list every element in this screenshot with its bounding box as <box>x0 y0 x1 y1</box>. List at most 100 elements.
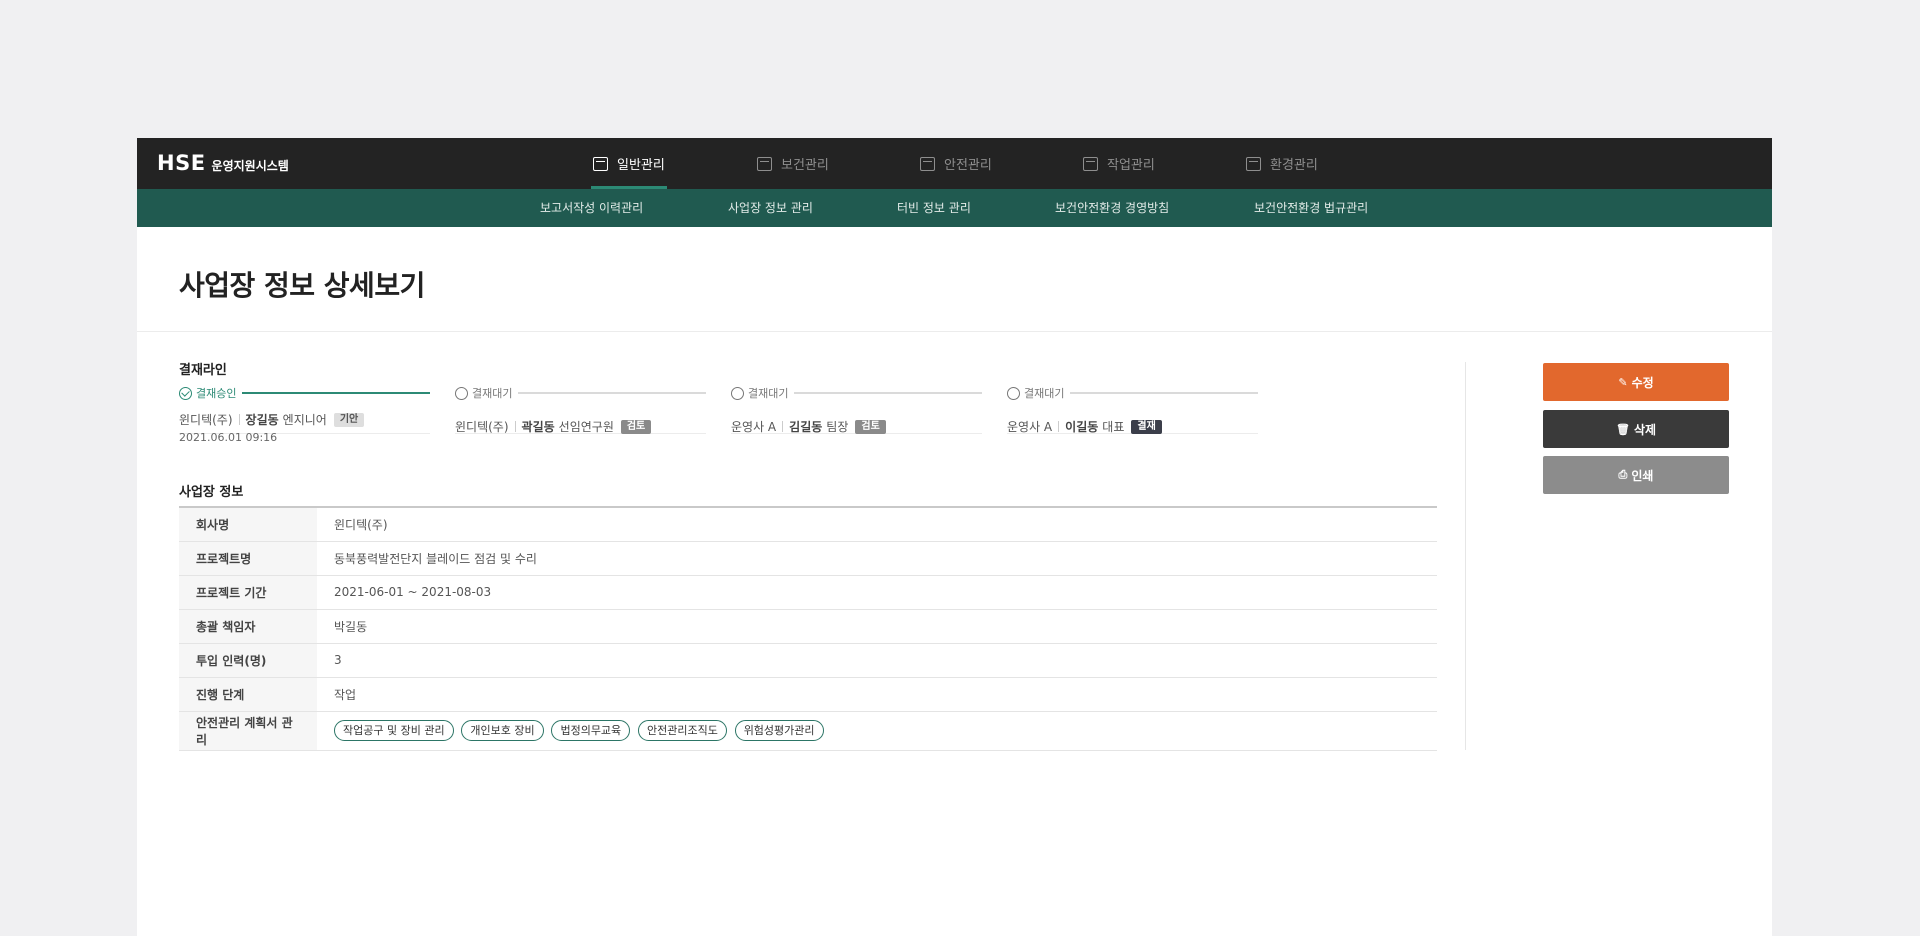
printer-icon: ⎙ <box>1618 468 1628 481</box>
site-info-table: 회사명 윈디텍(주) 프로젝트명 동북풍력발전단지 블레이드 점검 및 수리 프… <box>179 506 1437 751</box>
approval-step: 결재대기 윈디텍(주) 곽길동 선임연구원 검토 <box>455 386 706 434</box>
row-value: 2021-06-01 ~ 2021-08-03 <box>317 575 1437 610</box>
menu-label: 일반관리 <box>617 158 665 173</box>
plan-chip-mandatory-education[interactable]: 법정의무교육 <box>551 720 631 741</box>
row-label: 회사명 <box>179 507 317 542</box>
vertical-divider <box>1465 362 1466 750</box>
approval-role-badge: 기안 <box>333 412 365 427</box>
approval-step: 결재대기 운영사 A 이길동 대표 결재 <box>1007 386 1258 434</box>
sub-navigation-bar: 보고서작성 이력관리 사업장 정보 관리 터빈 정보 관리 보건안전환경 경영방… <box>137 189 1772 227</box>
plan-chip-safety-organization[interactable]: 안전관리조직도 <box>638 720 727 741</box>
table-row: 안전관리 계획서 관리 작업공구 및 장비 관리 개인보호 장비 법정의무교육 … <box>179 711 1437 751</box>
approver-position: 팀장 <box>826 420 849 434</box>
print-button-label: 인쇄 <box>1631 468 1654 483</box>
progress-line <box>518 392 706 394</box>
approver-name: 장길동 <box>245 413 279 427</box>
top-navigation-bar: HSE 운영지원시스템 일반관리 보건관리 안전관리 작업관리 환경관리 <box>137 138 1772 189</box>
submenu-management-policy[interactable]: 보건안전환경 경영방침 <box>1055 189 1169 227</box>
approver-name: 김길동 <box>789 420 823 434</box>
menu-box-icon <box>757 156 772 171</box>
approval-date: 2021.06.01 09:16 <box>179 431 278 444</box>
approval-status: 결재대기 <box>472 387 513 400</box>
site-info-title: 사업장 정보 <box>179 485 244 500</box>
approver-position: 선임연구원 <box>558 420 614 434</box>
approver-position: 엔지니어 <box>282 413 327 427</box>
row-label: 투입 인력(명) <box>179 643 317 678</box>
menu-label: 작업관리 <box>1107 158 1155 173</box>
brand-logo[interactable]: HSE 운영지원시스템 <box>157 151 289 175</box>
approval-status: 결재대기 <box>1024 387 1065 400</box>
menu-box-icon <box>1246 156 1261 171</box>
pencil-icon: ✎ <box>1618 375 1628 389</box>
row-value: 3 <box>317 643 1437 678</box>
print-button[interactable]: ⎙ 인쇄 <box>1543 456 1729 494</box>
table-row: 진행 단계 작업 <box>179 677 1437 712</box>
progress-line <box>1070 392 1258 394</box>
separator <box>782 421 784 432</box>
menu-box-icon <box>920 156 935 171</box>
plan-chip-risk-assessment[interactable]: 위험성평가관리 <box>734 720 824 741</box>
approval-role-badge: 검토 <box>620 419 652 434</box>
check-circle-icon <box>179 386 192 400</box>
row-label: 안전관리 계획서 관리 <box>179 711 317 751</box>
menu-label: 보건관리 <box>781 158 829 173</box>
table-row: 프로젝트 기간 2021-06-01 ~ 2021-08-03 <box>179 575 1437 610</box>
approval-status: 결재승인 <box>196 387 237 400</box>
edit-button[interactable]: ✎ 수정 <box>1543 363 1729 401</box>
progress-line <box>242 392 430 394</box>
submenu-report-history[interactable]: 보고서작성 이력관리 <box>540 189 643 227</box>
menu-general-management[interactable]: 일반관리 <box>591 138 667 189</box>
circle-icon <box>1007 386 1020 400</box>
menu-health-management[interactable]: 보건관리 <box>757 138 829 189</box>
approval-status: 결재대기 <box>748 387 789 400</box>
trash-icon: 🗑 <box>1615 422 1630 436</box>
brand-name: HSE <box>157 151 206 175</box>
delete-button-label: 삭제 <box>1633 422 1657 437</box>
approver-company: 윈디텍(주) <box>179 413 233 427</box>
row-value: 작업공구 및 장비 관리 개인보호 장비 법정의무교육 안전관리조직도 위험성평… <box>317 711 1437 751</box>
separator <box>1058 421 1060 432</box>
approver-position: 대표 <box>1102 420 1125 434</box>
row-label: 프로젝트 기간 <box>179 575 317 610</box>
row-label: 총괄 책임자 <box>179 609 317 644</box>
row-label: 프로젝트명 <box>179 541 317 576</box>
row-value: 동북풍력발전단지 블레이드 점검 및 수리 <box>317 541 1437 576</box>
page-title: 사업장 정보 상세보기 <box>179 269 425 302</box>
approver-name: 곽길동 <box>521 420 555 434</box>
approval-role-badge: 검토 <box>855 419 886 434</box>
menu-safety-management[interactable]: 안전관리 <box>920 138 992 189</box>
row-label: 진행 단계 <box>179 677 317 712</box>
menu-work-management[interactable]: 작업관리 <box>1083 138 1155 189</box>
menu-box-icon <box>593 156 608 171</box>
plan-chip-tools-equipment[interactable]: 작업공구 및 장비 관리 <box>334 720 454 741</box>
menu-label: 안전관리 <box>944 158 992 173</box>
separator <box>514 421 516 432</box>
table-row: 투입 인력(명) 3 <box>179 643 1437 678</box>
table-row: 회사명 윈디텍(주) <box>179 507 1437 542</box>
main-frame: HSE 운영지원시스템 일반관리 보건관리 안전관리 작업관리 환경관리 보고서… <box>137 138 1772 936</box>
circle-icon <box>731 386 744 400</box>
approver-name: 이길동 <box>1065 420 1099 434</box>
menu-environment-management[interactable]: 환경관리 <box>1246 138 1318 189</box>
circle-icon <box>455 386 468 400</box>
row-value: 작업 <box>317 677 1437 712</box>
submenu-regulation-management[interactable]: 보건안전환경 법규관리 <box>1254 189 1368 227</box>
approver-company: 운영사 A <box>1007 420 1053 434</box>
approval-step: 결재대기 운영사 A 김길동 팀장 검토 <box>731 386 982 434</box>
submenu-site-info[interactable]: 사업장 정보 관리 <box>728 189 813 227</box>
brand-subtitle: 운영지원시스템 <box>211 159 289 173</box>
plan-chip-protective-equipment[interactable]: 개인보호 장비 <box>461 720 544 741</box>
separator <box>238 414 240 425</box>
menu-label: 환경관리 <box>1270 158 1318 173</box>
approver-company: 윈디텍(주) <box>455 420 509 434</box>
delete-button[interactable]: 🗑 삭제 <box>1543 410 1729 448</box>
row-value: 박길동 <box>317 609 1437 644</box>
menu-box-icon <box>1083 156 1098 171</box>
approval-role-badge: 결재 <box>1131 419 1162 434</box>
table-row: 프로젝트명 동북풍력발전단지 블레이드 점검 및 수리 <box>179 541 1437 576</box>
divider <box>137 331 1772 332</box>
table-row: 총괄 책임자 박길동 <box>179 609 1437 644</box>
submenu-turbine-info[interactable]: 터빈 정보 관리 <box>897 189 971 227</box>
approval-line-title: 결재라인 <box>179 363 227 378</box>
row-value: 윈디텍(주) <box>317 507 1437 542</box>
